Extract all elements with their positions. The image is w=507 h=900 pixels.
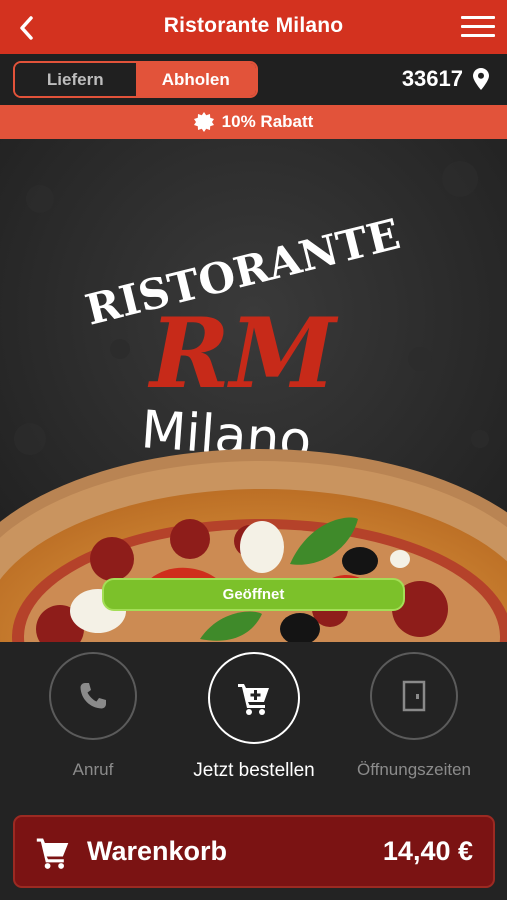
order-mode-toggle: Liefern Abholen: [13, 61, 258, 98]
hero-image: RISTORANTE RM Milano Geöffnet: [0, 139, 507, 642]
order-mode-bar: Liefern Abholen 33617: [0, 54, 507, 105]
delivery-option[interactable]: Liefern: [15, 63, 136, 96]
hamburger-icon-line: [461, 34, 495, 37]
door-icon: [402, 680, 426, 712]
pickup-option[interactable]: Abholen: [135, 63, 256, 96]
shopping-cart-icon: [36, 838, 69, 869]
hamburger-icon: [461, 16, 495, 19]
hamburger-icon-line: [461, 25, 495, 28]
zip-code: 33617: [401, 66, 463, 91]
logo-monogram: RM: [147, 297, 339, 410]
cart-icon: [238, 684, 269, 715]
phone-icon: [80, 683, 106, 709]
cart-label: Warenkorb: [87, 836, 228, 866]
discount-banner[interactable]: 10% Rabatt: [0, 105, 507, 139]
call-label: Anruf: [72, 760, 114, 779]
location-selector[interactable]: 33617: [402, 66, 489, 92]
order-now-button[interactable]: Jetzt bestellen: [184, 652, 324, 782]
opening-hours-label: Öffnungszeiten: [356, 760, 472, 779]
page-title: Ristorante Milano: [163, 14, 344, 37]
cart-total: 14,40 €: [382, 836, 473, 866]
discount-label: 10% Rabatt: [221, 112, 314, 131]
opening-hours-circle: [370, 652, 458, 740]
call-button[interactable]: Anruf: [23, 652, 163, 780]
order-now-label: Jetzt bestellen: [193, 760, 315, 781]
menu-button[interactable]: [459, 12, 497, 44]
call-circle: [49, 652, 137, 740]
open-status-badge: Geöffnet: [102, 578, 405, 611]
order-now-circle: [208, 652, 300, 744]
cart-button[interactable]: Warenkorb 14,40 €: [13, 815, 495, 888]
map-pin-icon: [473, 68, 489, 90]
action-row: Anruf Jetzt bestellen Öffnungszeiten: [0, 642, 507, 812]
app-header: Ristorante Milano: [0, 0, 507, 54]
opening-hours-button[interactable]: Öffnungszeiten: [344, 652, 484, 780]
badge-icon: [193, 112, 214, 132]
restaurant-hero-illustration: RISTORANTE RM Milano: [0, 139, 507, 642]
